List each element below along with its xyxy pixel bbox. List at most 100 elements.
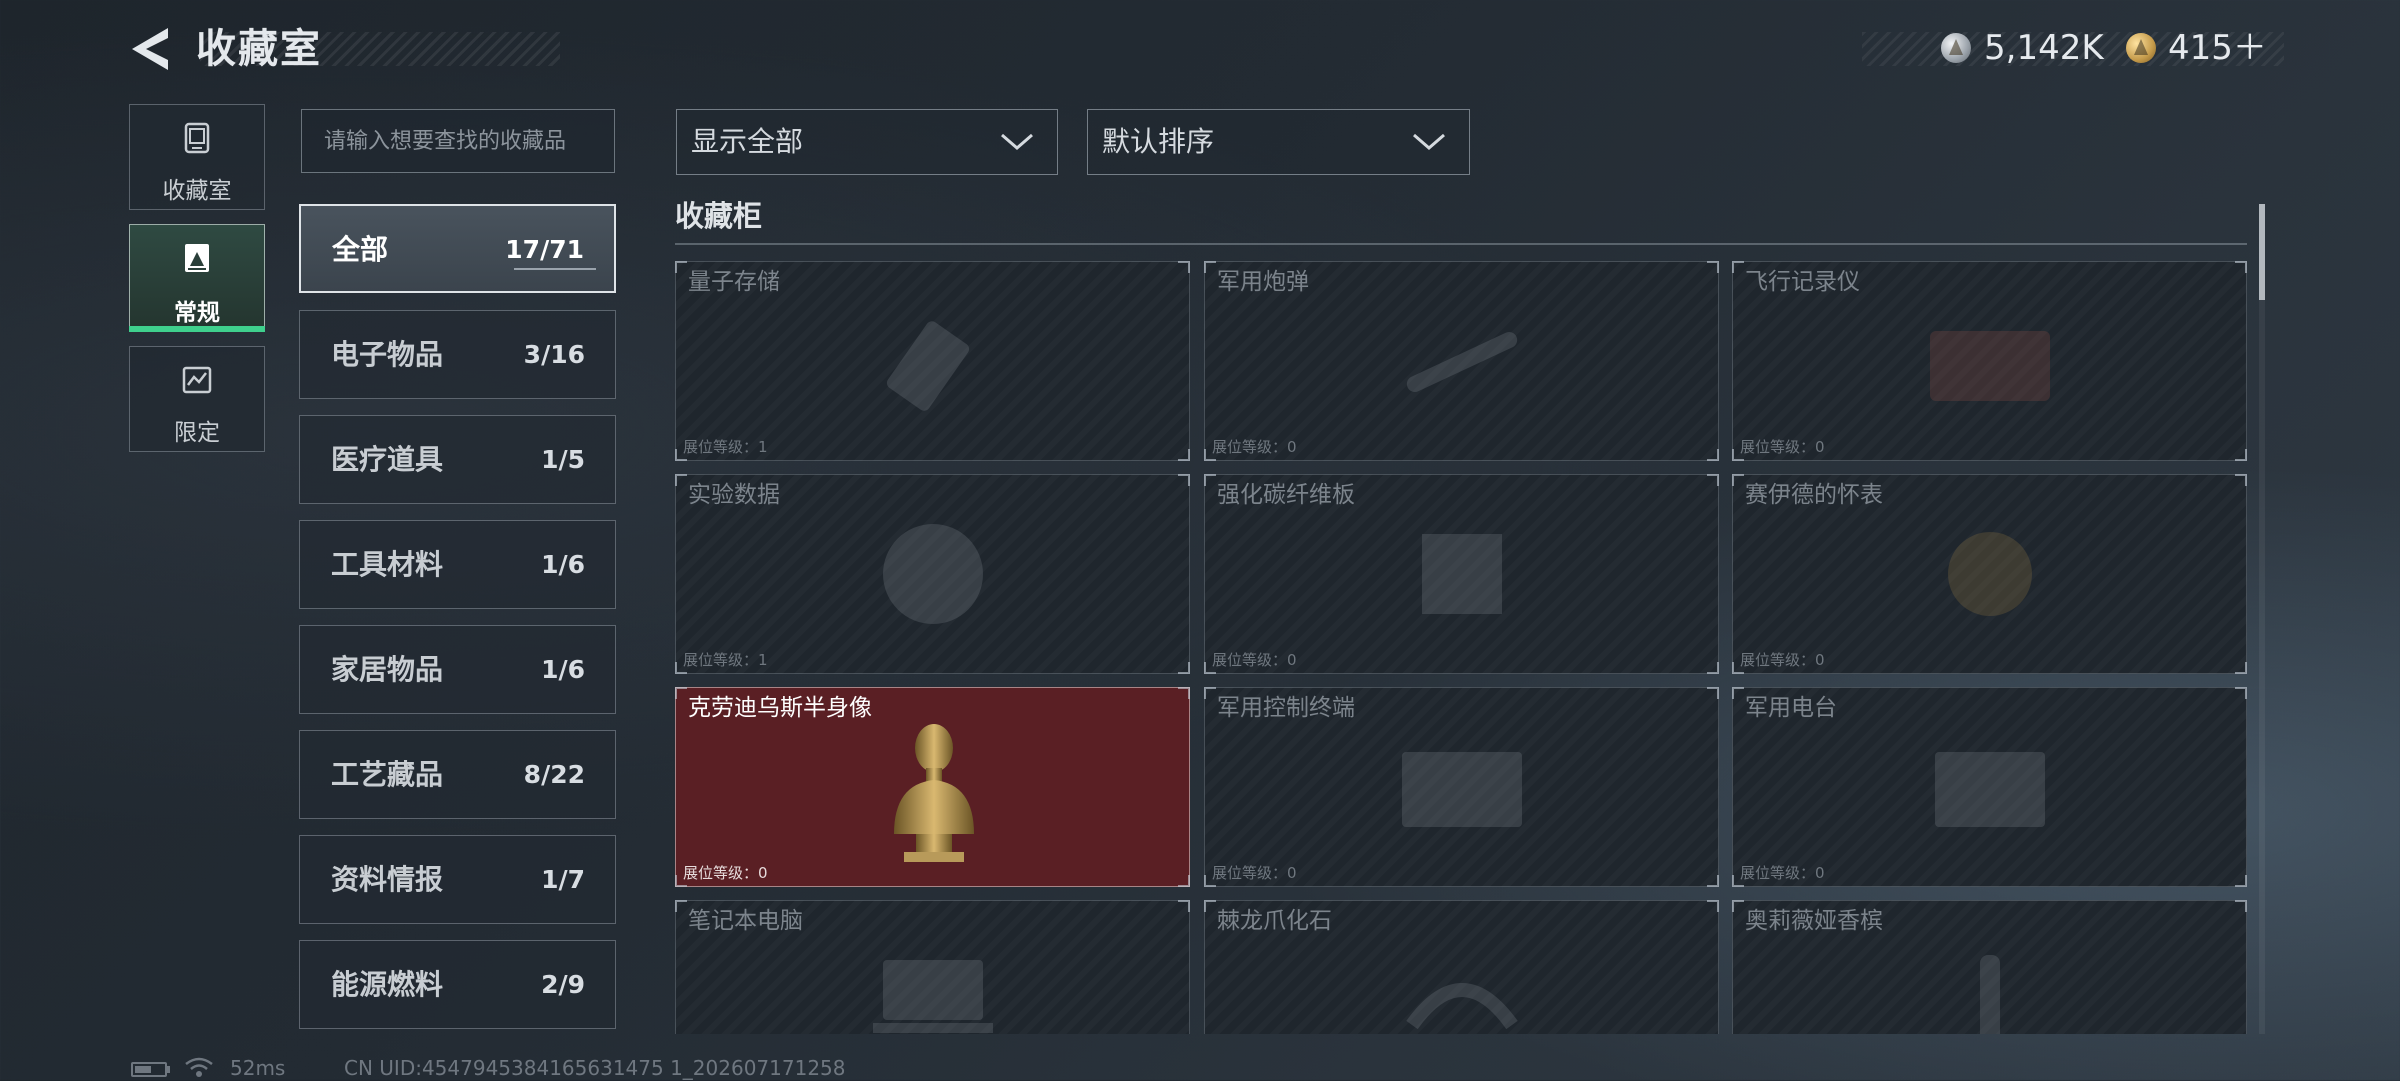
collection-room-icon: [184, 122, 210, 154]
collection-item-card[interactable]: 强化碳纤维板 展位等级：0: [1204, 474, 1719, 674]
silver-coin-icon: [1941, 33, 1971, 63]
card-corner-mark: [1707, 875, 1719, 887]
search-input[interactable]: [301, 109, 615, 173]
item-name: 笔记本电脑: [688, 908, 803, 934]
collection-item-card[interactable]: 实验数据展位等级：1: [675, 474, 1190, 674]
card-corner-mark: [1178, 474, 1190, 486]
booth-level-label: 展位等级：: [1740, 864, 1816, 882]
collection-item-card[interactable]: 棘龙爪化石: [1204, 900, 1719, 1034]
data-disc-icon: [882, 524, 983, 624]
scrollbar-thumb[interactable]: [2259, 204, 2265, 300]
booth-level: 展位等级：0: [1740, 649, 1825, 670]
category-energy[interactable]: 能源燃料 2/9: [299, 940, 616, 1029]
claw-fossil-icon: [1405, 983, 1518, 1030]
category-label: 医疗道具: [331, 443, 444, 476]
tab-regular-label: 常规: [174, 300, 220, 326]
card-corner-mark: [675, 474, 687, 486]
booth-level-label: 展位等级：: [1212, 651, 1288, 669]
item-name: 军用电台: [1745, 695, 1837, 721]
back-arrow-icon: [132, 28, 168, 70]
collection-item-card[interactable]: 军用控制终端 展位等级：0: [1204, 687, 1719, 887]
category-count-underline: [514, 268, 596, 270]
card-corner-mark: [2235, 662, 2247, 674]
category-household[interactable]: 家居物品 1/6: [299, 625, 616, 714]
booth-level-value: 0: [1287, 651, 1297, 669]
booth-level-value: 0: [1815, 438, 1825, 456]
booth-level-value: 0: [1815, 651, 1825, 669]
collection-item-card[interactable]: 军用电台展位等级：0: [1732, 687, 2247, 887]
tab-collection-room[interactable]: 收藏室: [129, 104, 265, 210]
flight-recorder-icon: [1929, 331, 2050, 401]
tab-regular[interactable]: 常规: [129, 224, 265, 330]
item-name: 飞行记录仪: [1745, 269, 1860, 295]
card-corner-mark: [1707, 662, 1719, 674]
collection-item-card[interactable]: 飞行记录仪展位等级：0: [1732, 261, 2247, 461]
sort-dropdown[interactable]: 默认排序: [1087, 109, 1470, 175]
item-name: 奥莉薇娅香槟: [1745, 908, 1883, 934]
card-corner-mark: [1732, 261, 1744, 273]
booth-level-value: 1: [758, 651, 768, 669]
card-corner-mark: [675, 261, 687, 273]
sort-dropdown-value: 默认排序: [1102, 125, 1215, 158]
card-corner-mark: [1178, 900, 1190, 912]
booth-level-label: 展位等级：: [1740, 438, 1816, 456]
gold-currency-amount[interactable]: 415＋: [2168, 26, 2267, 70]
booth-level: 展位等级：1: [683, 649, 768, 670]
battery-tip: [167, 1066, 170, 1073]
card-corner-mark: [675, 687, 687, 699]
booth-level-value: 1: [758, 438, 768, 456]
card-corner-mark: [1204, 900, 1216, 912]
category-count: 3/16: [523, 340, 585, 369]
category-electronics[interactable]: 电子物品 3/16: [299, 310, 616, 399]
card-corner-mark: [1178, 687, 1190, 699]
booth-level-value: 0: [1287, 438, 1297, 456]
card-corner-mark: [1204, 474, 1216, 486]
collection-item-card[interactable]: 笔记本电脑: [675, 900, 1190, 1034]
card-corner-mark: [1178, 449, 1190, 461]
card-corner-mark: [2235, 449, 2247, 461]
booth-level: 展位等级：0: [1212, 436, 1297, 457]
collection-item-card[interactable]: 量子存储 展位等级：1: [675, 261, 1190, 461]
category-count: 8/22: [523, 760, 585, 789]
filter-dropdown-value: 显示全部: [691, 125, 804, 158]
limited-icon: [182, 366, 212, 394]
artillery-shell-icon: [1406, 332, 1517, 392]
card-corner-mark: [2235, 474, 2247, 486]
category-medical[interactable]: 医疗道具 1/5: [299, 415, 616, 504]
collection-item-card[interactable]: 奥莉薇娅香槟: [1732, 900, 2247, 1034]
collection-item-card[interactable]: 军用炮弹 展位等级：0: [1204, 261, 1719, 461]
card-corner-mark: [1204, 261, 1216, 273]
card-corner-mark: [1707, 449, 1719, 461]
page-title: 收藏室: [196, 26, 322, 72]
booth-level-label: 展位等级：: [683, 651, 759, 669]
scrollbar-track: [2259, 204, 2265, 1034]
booth-level-value: 0: [1815, 864, 1825, 882]
ping-readout: 52ms: [230, 1056, 286, 1080]
filter-dropdown[interactable]: 显示全部: [676, 109, 1058, 175]
card-corner-mark: [1204, 687, 1216, 699]
collection-grid: 量子存储 展位等级：1 军用炮弹 展位等级：0 飞行记录仪 展位等级：0 实验数据 展位等级：…: [670, 258, 2250, 1034]
category-tools[interactable]: 工具材料 1/6: [299, 520, 616, 609]
collection-item-card[interactable]: 赛伊德的怀表 展位等级：0: [1732, 474, 2247, 674]
item-name: 量子存储: [688, 269, 780, 295]
category-label: 能源燃料: [331, 968, 444, 1001]
section-title: 收藏柜: [675, 199, 763, 233]
card-corner-mark: [1732, 687, 1744, 699]
back-button[interactable]: [128, 24, 172, 74]
item-name: 实验数据: [688, 482, 780, 508]
category-all[interactable]: 全部 17/71: [299, 204, 616, 293]
user-uid: CN UID:4547945384165631475 1_20260717125…: [344, 1056, 846, 1080]
category-intel[interactable]: 资料情报 1/7: [299, 835, 616, 924]
collection-item-card[interactable]: 克劳迪乌斯半身像 展位等级：0: [675, 687, 1190, 887]
card-corner-mark: [1707, 261, 1719, 273]
gold-coin-icon: [2126, 33, 2156, 63]
category-count: 1/6: [541, 550, 585, 579]
usb-drive-icon: [886, 321, 969, 411]
chevron-down-icon: [1001, 133, 1033, 150]
category-crafts[interactable]: 工艺藏品 8/22: [299, 730, 616, 819]
booth-level-label: 展位等级：: [683, 864, 759, 882]
card-corner-mark: [2235, 875, 2247, 887]
tab-limited[interactable]: 限定: [129, 346, 265, 452]
category-label: 工具材料: [331, 548, 444, 581]
silver-currency-amount: 5,142K: [1984, 28, 2104, 68]
